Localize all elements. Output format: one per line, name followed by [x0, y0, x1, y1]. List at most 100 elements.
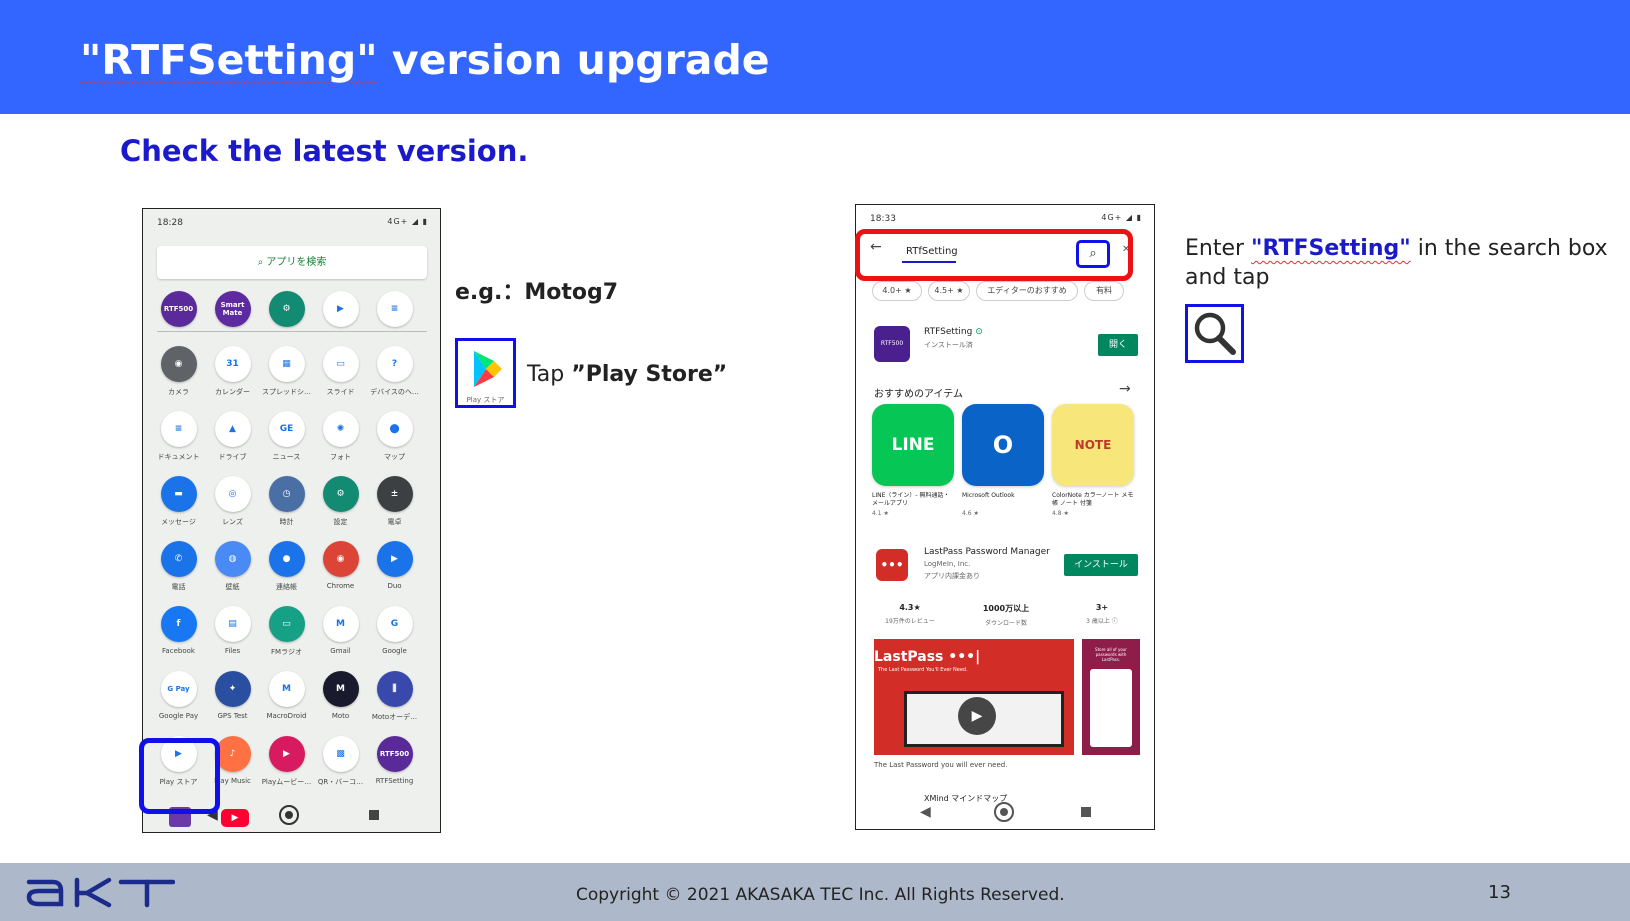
app-contacts[interactable]: ● 連絡帳	[259, 541, 314, 592]
app-label: カメラ	[168, 388, 189, 396]
recommended-app-card[interactable]: O Microsoft Outlook 4.6 ★	[962, 404, 1046, 524]
settings-icon: ⚙	[268, 291, 305, 327]
app-camera[interactable]: ◉ カメラ	[151, 346, 206, 397]
promo-video[interactable]: LastPass •••| The Last Password You'll E…	[874, 639, 1074, 755]
recents-button[interactable]	[1081, 807, 1091, 817]
enter-instruction: Enter "RTFSetting" in the search box and…	[1185, 234, 1625, 292]
filter-chip[interactable]: 有料	[1084, 281, 1124, 301]
app-maps[interactable]: ⬤ マップ	[367, 411, 422, 462]
app-stat-label: 19万件のレビュー	[885, 618, 935, 625]
app-label: メッセージ	[161, 518, 196, 526]
play-store-callout-label: Play ストア	[466, 396, 505, 404]
app-label: 電話	[171, 583, 186, 591]
open-button[interactable]: 開く	[1098, 334, 1138, 356]
app-qr-code[interactable]: ▩ QR・バーコ…	[313, 736, 368, 787]
status-time: 18:33	[870, 214, 896, 224]
qr-code-icon: ▩	[322, 736, 359, 772]
rtfsetting-app-icon[interactable]: RTF500	[874, 326, 910, 362]
tap-instruction: Tap ”Play Store”	[527, 362, 727, 387]
app-messages[interactable]: ▬ メッセージ	[151, 476, 206, 527]
lastpass-icon[interactable]: •••	[876, 549, 908, 581]
app-search-bar[interactable]: ⌕ アプリを検索	[157, 246, 427, 279]
result-app-name[interactable]: RTFSetting ⊙	[924, 327, 983, 337]
app-slides[interactable]: ▭ スライド	[313, 346, 368, 397]
filter-chip[interactable]: エディターのおすすめ	[976, 281, 1078, 301]
app-label: レンズ	[222, 518, 243, 526]
app-settings[interactable]: ⚙	[259, 291, 314, 327]
promo-phone	[1090, 669, 1132, 747]
filter-chip[interactable]: 4.5+ ★	[928, 281, 970, 301]
arrow-right-icon[interactable]: →	[1119, 381, 1131, 397]
app-chrome[interactable]: ◉ Chrome	[313, 541, 368, 590]
app-moto[interactable]: M Moto	[313, 671, 368, 720]
promo-screenshot[interactable]: Store all of your passwords with LastPas…	[1082, 639, 1140, 755]
app-label: Moto	[331, 712, 350, 720]
moto-icon: M	[322, 671, 359, 707]
magnifier-icon	[1194, 312, 1236, 355]
app-facebook[interactable]: f Facebook	[151, 606, 206, 655]
akt-logo-icon	[26, 877, 176, 908]
app-label: スライド	[326, 388, 355, 396]
home-button[interactable]	[279, 805, 299, 825]
app-docs[interactable]: ≡ ドキュメント	[151, 411, 206, 462]
app-google[interactable]: G Google	[367, 606, 422, 655]
recommended-app-card[interactable]: NOTE ColorNote カラーノート メモ帳 ノート 付箋 4.8 ★	[1052, 404, 1136, 524]
app-smartmate[interactable]: Smart Mate	[205, 291, 260, 327]
app-label: 設定	[333, 518, 348, 526]
chrome-icon: ◉	[322, 541, 359, 577]
promo-tagline: The Last Password You'll Ever Need.	[878, 667, 968, 673]
app-label: 電卓	[387, 518, 402, 526]
app-play-movies[interactable]: ▶ Playムービー…	[259, 736, 314, 787]
recommended-app-card[interactable]: LINE LINE（ライン）- 無料通話・メールアプリ 4.1 ★	[872, 404, 956, 524]
filter-chip[interactable]: 4.0+ ★	[872, 281, 922, 301]
app-files[interactable]: ▤ Files	[205, 606, 260, 655]
gmail-icon: M	[322, 606, 359, 642]
app-label: Duo	[387, 582, 402, 590]
app-sheets[interactable]: ▦ スプレッドシ…	[259, 346, 314, 397]
app-macrodroid[interactable]: M MacroDroid	[259, 671, 314, 720]
ad-app-name[interactable]: LastPass Password Manager	[924, 547, 1050, 557]
play-store-icon: ▶	[322, 291, 359, 327]
app-drive[interactable]: ▲ ドライブ	[205, 411, 260, 462]
search-submit-button[interactable]: ⌕	[1076, 240, 1110, 268]
back-button[interactable]: ◀	[920, 804, 931, 820]
play-video-icon[interactable]: ▶	[958, 697, 996, 735]
app-calendar[interactable]: 31 カレンダー	[205, 346, 260, 397]
home-dot	[1000, 808, 1008, 816]
app-gps-test[interactable]: ✦ GPS Test	[205, 671, 260, 720]
app-label: スプレッドシ…	[262, 388, 311, 396]
home-button[interactable]	[994, 802, 1014, 822]
promo-brand: LastPass •••|	[874, 649, 981, 665]
app-help[interactable]: ? デバイスのヘ…	[367, 346, 422, 397]
recommended-app-name: LINE（ライン）- 無料通話・メールアプリ	[872, 492, 950, 507]
clock-icon: ◷	[268, 476, 305, 512]
app-label: FMラジオ	[271, 648, 302, 656]
app-settings[interactable]: ⚙ 設定	[313, 476, 368, 527]
app-google-pay[interactable]: G Pay Google Pay	[151, 671, 206, 720]
app-label: Google	[382, 647, 407, 655]
app-photos[interactable]: ✺ フォト	[313, 411, 368, 462]
settings-icon: ⚙	[322, 476, 359, 512]
app-play-store[interactable]: ▶	[313, 291, 368, 327]
app-docs[interactable]: ≡	[367, 291, 422, 327]
search-icon: ⌕	[1089, 246, 1097, 261]
app-rtf500[interactable]: RTF500	[151, 291, 206, 327]
app-label: MacroDroid	[266, 712, 307, 720]
recents-button[interactable]	[369, 810, 379, 820]
app-lens[interactable]: ◎ レンズ	[205, 476, 260, 527]
app-stat-label: ダウンロード数	[984, 620, 1027, 627]
app-moto-audio[interactable]: ⫼ Motoオーデ…	[367, 671, 422, 722]
app-wallpaper[interactable]: ◍ 壁紙	[205, 541, 260, 592]
app-calculator[interactable]: ± 電卓	[367, 476, 422, 527]
app-rtf500[interactable]: RTF500 RTFSetting	[367, 736, 422, 785]
app-clock[interactable]: ◷ 時計	[259, 476, 314, 527]
app-phone[interactable]: ✆ 電話	[151, 541, 206, 592]
drive-icon: ▲	[214, 411, 251, 447]
phone-icon: ✆	[160, 541, 197, 577]
install-button[interactable]: インストール	[1064, 554, 1138, 576]
app-news[interactable]: GE ニュース	[259, 411, 314, 462]
youtube-icon[interactable]: ▶	[221, 809, 249, 827]
app-duo[interactable]: ▶ Duo	[367, 541, 422, 590]
app-fm-radio[interactable]: ▭ FMラジオ	[259, 606, 314, 657]
app-gmail[interactable]: M Gmail	[313, 606, 368, 655]
